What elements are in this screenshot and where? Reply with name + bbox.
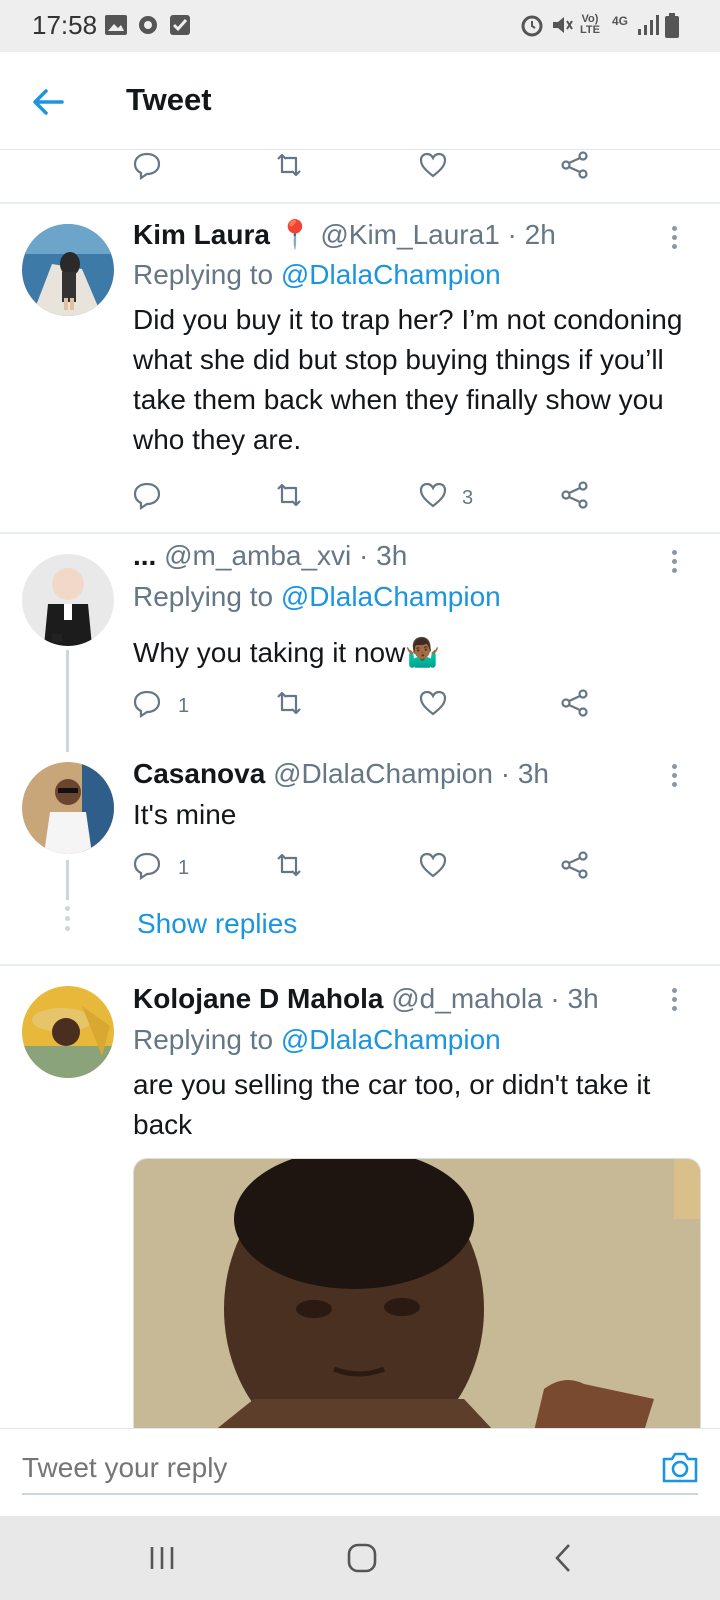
settings-icon [139,16,157,34]
reply-icon[interactable] [132,480,172,520]
handle-time: @DlalaChampion · 3h [265,758,549,789]
avatar[interactable] [22,554,114,646]
gallery-icon [105,15,127,35]
display-name[interactable]: Kolojane D Mahola [133,983,383,1014]
page-title: Tweet [126,82,212,117]
avatar[interactable] [22,986,114,1078]
recent-apps-icon[interactable] [142,1538,182,1578]
replying-prefix: Replying to [133,581,281,612]
camera-icon[interactable] [660,1447,700,1487]
volte-icon: Vo) LTE [580,13,600,36]
battery-icon [665,13,679,38]
tweet-header: Kolojane D Mahola @d_mahola · 3h [133,983,599,1015]
status-bar: 17:58 Vo) LTE 4G [0,0,720,52]
tweet-header: ... @m_amba_xvi · 3h [133,540,407,572]
replying-to: Replying to @DlalaChampion [133,259,501,291]
mute-icon [553,17,573,33]
avatar[interactable] [22,224,114,316]
checkbox-icon [170,15,190,35]
more-options-icon[interactable] [670,764,678,790]
replying-to: Replying to @DlalaChampion [133,581,501,613]
share-icon[interactable] [560,480,600,520]
back-arrow-icon[interactable] [28,82,68,122]
retweet-icon[interactable] [274,850,314,890]
status-time: 17:58 [32,10,98,40]
more-options-icon[interactable] [670,226,678,252]
reply-icon[interactable] [132,150,172,190]
retweet-icon[interactable] [274,688,314,728]
reply-icon[interactable] [132,688,172,728]
handle-time: 📍 @Kim_Laura1 · 2h [269,219,556,250]
replying-prefix: Replying to [133,259,281,290]
share-icon[interactable] [560,150,600,190]
back-icon[interactable] [544,1538,584,1578]
retweet-icon[interactable] [274,480,314,520]
display-name[interactable]: Kim Laura [133,219,270,250]
replying-to-link[interactable]: @DlalaChampion [281,259,501,290]
header: Tweet [0,52,720,150]
reply-count: 1 [178,857,190,879]
retweet-icon[interactable] [274,150,314,190]
tweet-text: Why you taking it now🤷🏾‍♂️ [133,637,441,668]
reply-count: 1 [178,695,190,717]
tweet-reply-input[interactable] [22,1443,698,1495]
display-name[interactable]: Casanova [133,758,265,789]
thread-line [66,860,69,900]
more-options-icon[interactable] [670,550,678,576]
more-options-icon[interactable] [670,988,678,1014]
like-count: 3 [462,487,474,509]
like-icon[interactable] [418,150,458,190]
navigation-bar [0,1516,720,1600]
avatar[interactable] [22,762,114,854]
divider [0,202,720,204]
tweet-header: Casanova @DlalaChampion · 3h [133,758,549,790]
share-icon[interactable] [560,850,600,890]
signal-icon [638,15,659,35]
show-replies-link[interactable]: Show replies [137,908,297,940]
tweet-text: Did you buy it to trap her? I’m not cond… [133,304,683,455]
handle-time: @m_amba_xvi · 3h [156,540,408,571]
divider [0,532,720,534]
replying-to-link[interactable]: @DlalaChampion [281,581,501,612]
tweet-text: are you selling the car too, or didn't t… [133,1069,651,1140]
tweet-header: Kim Laura 📍 @Kim_Laura1 · 2h [133,218,556,251]
alarm-icon [521,15,543,37]
thread-dots [65,906,70,932]
thread-line [66,650,69,752]
like-icon[interactable] [418,480,458,520]
share-icon[interactable] [560,688,600,728]
replying-prefix: Replying to [133,1024,281,1055]
home-icon[interactable] [342,1538,382,1578]
like-icon[interactable] [418,688,458,728]
reply-bar [0,1428,720,1516]
divider [0,964,720,966]
tweet-text: It's mine [133,799,237,830]
reply-icon[interactable] [132,850,172,890]
replying-to-link[interactable]: @DlalaChampion [281,1024,501,1055]
like-icon[interactable] [418,850,458,890]
media-image[interactable] [133,1158,701,1430]
network-type: 4G [612,14,629,28]
replying-to: Replying to @DlalaChampion [133,1024,501,1056]
handle-time: @d_mahola · 3h [383,983,599,1014]
display-name[interactable]: ... [133,540,156,571]
